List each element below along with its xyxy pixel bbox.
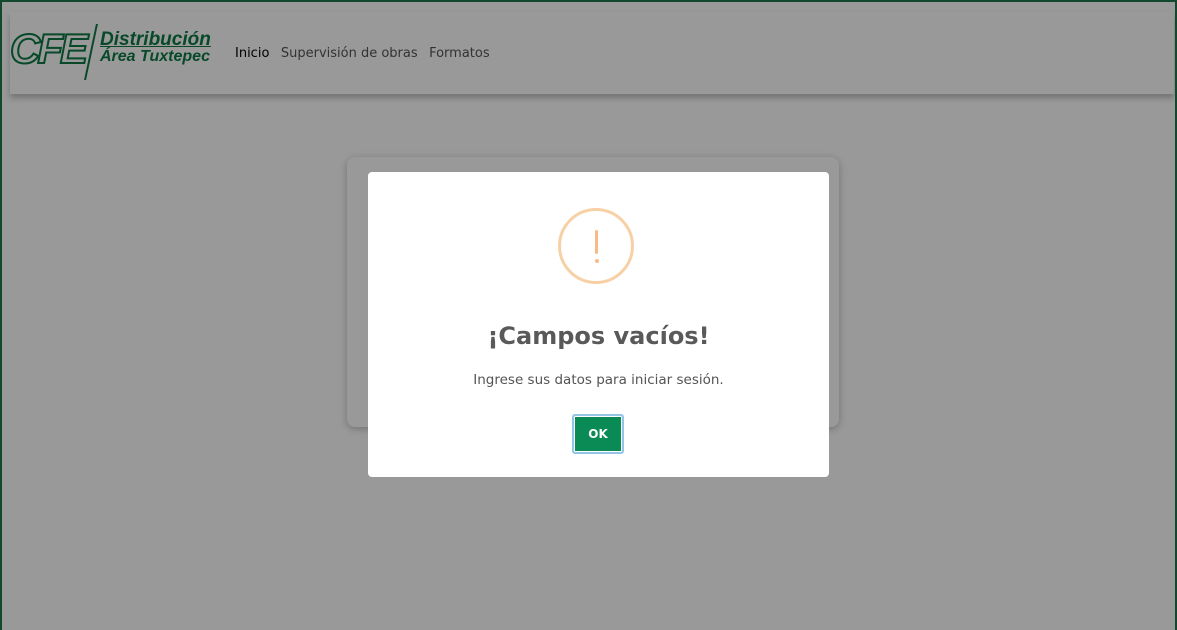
ok-button[interactable]: OK: [572, 414, 624, 454]
alert-dialog: ¡Campos vacíos! Ingrese sus datos para i…: [368, 172, 829, 477]
dialog-title: ¡Campos vacíos!: [487, 322, 710, 350]
warning-icon: [558, 208, 634, 284]
warning-icon-bar: [595, 230, 598, 254]
dialog-message: Ingrese sus datos para iniciar sesión.: [473, 372, 724, 388]
warning-icon-dot: [595, 259, 599, 263]
